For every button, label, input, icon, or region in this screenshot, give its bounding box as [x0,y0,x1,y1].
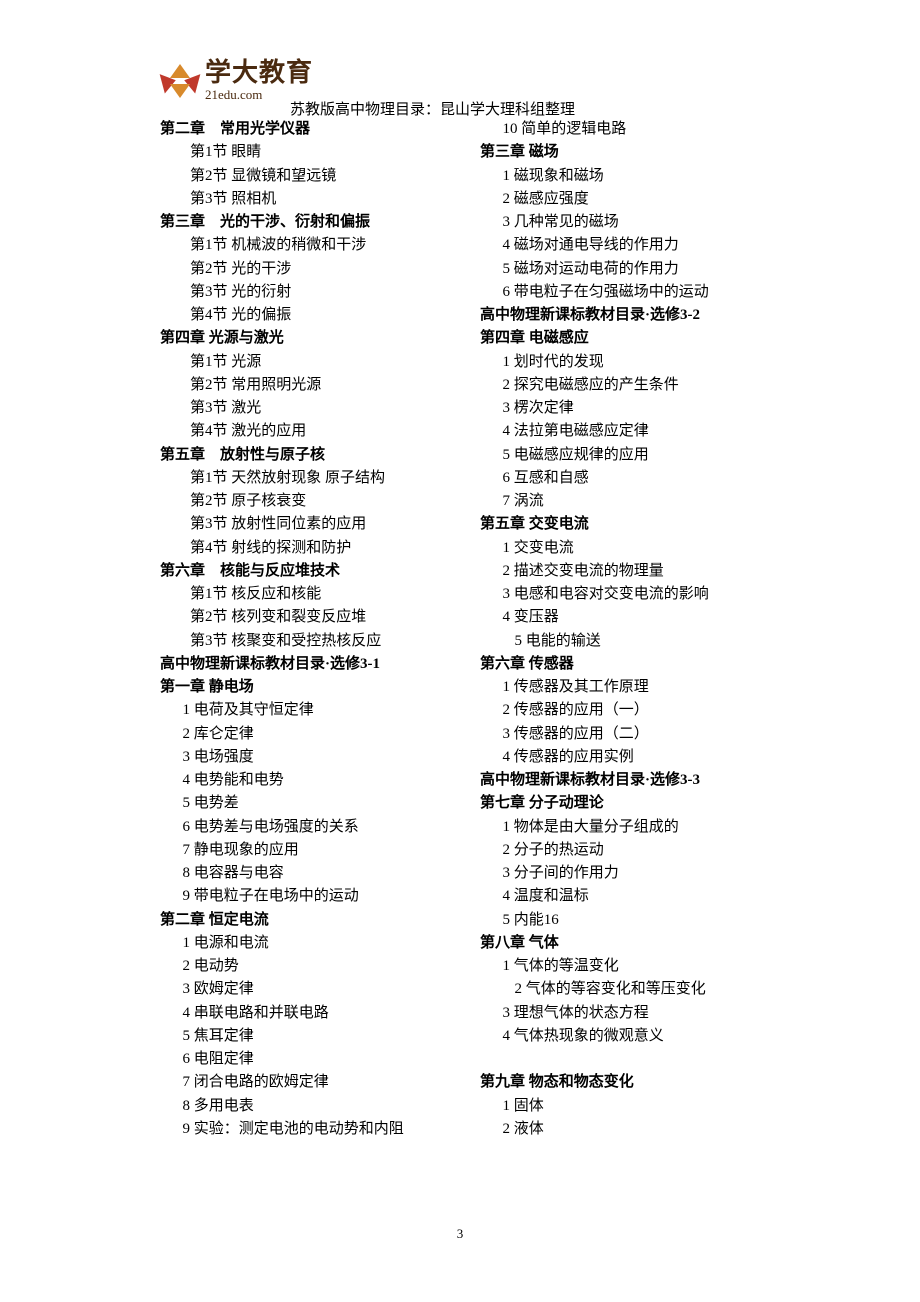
toc-line: 3 传感器的应用（二） [480,723,780,746]
toc-line: 第2节 光的干涉 [160,258,460,281]
toc-line: 1 磁现象和磁场 [480,165,780,188]
toc-line: 2 电动势 [160,955,460,978]
toc-line: 2 描述交变电流的物理量 [480,560,780,583]
toc-line: 5 焦耳定律 [160,1025,460,1048]
toc-line: 3 分子间的作用力 [480,862,780,885]
toc-line: 第一章 静电场 [160,676,460,699]
toc-line: 5 磁场对运动电荷的作用力 [480,258,780,281]
toc-line: 第1节 机械波的稍微和干涉 [160,234,460,257]
toc-line: 8 电容器与电容 [160,862,460,885]
toc-line: 第4节 激光的应用 [160,420,460,443]
toc-line: 1 气体的等温变化 [480,955,780,978]
toc-line: 第五章 放射性与原子核 [160,444,460,467]
toc-line: 2 探究电磁感应的产生条件 [480,374,780,397]
toc-line: 高中物理新课标教材目录·选修3-3 [480,769,780,792]
toc-line: 2 气体的等容变化和等压变化 [480,978,780,1001]
toc-line: 1 交变电流 [480,537,780,560]
toc-line: 高中物理新课标教材目录·选修3-2 [480,304,780,327]
toc-line: 第3节 光的衍射 [160,281,460,304]
toc-line: 第六章 传感器 [480,653,780,676]
toc-line: 5 内能16 [480,909,780,932]
toc-line: 9 带电粒子在电场中的运动 [160,885,460,908]
toc-line: 第三章 磁场 [480,141,780,164]
toc-line: 4 法拉第电磁感应定律 [480,420,780,443]
toc-line: 7 闭合电路的欧姆定律 [160,1071,460,1094]
toc-line: 6 电势差与电场强度的关系 [160,816,460,839]
toc-line: 第3节 放射性同位素的应用 [160,513,460,536]
toc-line: 第五章 交变电流 [480,513,780,536]
toc-line: 3 电场强度 [160,746,460,769]
toc-line: 第1节 天然放射现象 原子结构 [160,467,460,490]
toc-line: 第七章 分子动理论 [480,792,780,815]
toc-line: 第四章 电磁感应 [480,327,780,350]
page-number: 3 [457,1226,464,1242]
right-column: 10 简单的逻辑电路第三章 磁场1 磁现象和磁场2 磁感应强度3 几种常见的磁场… [470,118,780,1141]
toc-line: 4 温度和温标 [480,885,780,908]
toc-line: 第二章 恒定电流 [160,909,460,932]
toc-line: 高中物理新课标教材目录·选修3-1 [160,653,460,676]
toc-line: 第九章 物态和物态变化 [480,1071,780,1094]
toc-line: 4 串联电路和并联电路 [160,1002,460,1025]
logo-text: 学大教育 21edu.com [205,60,313,101]
toc-line: 7 静电现象的应用 [160,839,460,862]
toc-line: 4 变压器 [480,606,780,629]
toc-line: 1 固体 [480,1095,780,1118]
toc-line: 1 电源和电流 [160,932,460,955]
toc-line: 1 划时代的发现 [480,351,780,374]
toc-line: 5 电磁感应规律的应用 [480,444,780,467]
toc-line: 第三章 光的干涉、衍射和偏振 [160,211,460,234]
toc-line: 6 互感和自感 [480,467,780,490]
toc-line: 2 磁感应强度 [480,188,780,211]
toc-line: 第2节 原子核衰变 [160,490,460,513]
toc-line: 8 多用电表 [160,1095,460,1118]
toc-line: 第四章 光源与激光 [160,327,460,350]
toc-line: 1 电荷及其守恒定律 [160,699,460,722]
toc-line: 3 欧姆定律 [160,978,460,1001]
toc-line: 9 实验：测定电池的电动势和内阻 [160,1118,460,1141]
toc-line: 4 传感器的应用实例 [480,746,780,769]
toc-line: 第3节 照相机 [160,188,460,211]
toc-line: 第2节 核列变和裂变反应堆 [160,606,460,629]
toc-line: 2 分子的热运动 [480,839,780,862]
logo-icon [160,60,200,100]
content-area: 第二章 常用光学仪器第1节 眼睛第2节 显微镜和望远镜第3节 照相机第三章 光的… [160,118,780,1141]
toc-line: 3 楞次定律 [480,397,780,420]
toc-line: 第2节 显微镜和望远镜 [160,165,460,188]
toc-line: 4 磁场对通电导线的作用力 [480,234,780,257]
toc-line: 4 气体热现象的微观意义 [480,1025,780,1048]
toc-line: 第3节 核聚变和受控热核反应 [160,630,460,653]
toc-line: 6 电阻定律 [160,1048,460,1071]
toc-line: 第2节 常用照明光源 [160,374,460,397]
toc-line: 3 几种常见的磁场 [480,211,780,234]
toc-line [480,1048,780,1071]
toc-line: 5 电能的输送 [480,630,780,653]
toc-line: 5 电势差 [160,792,460,815]
toc-line: 1 传感器及其工作原理 [480,676,780,699]
toc-line: 7 涡流 [480,490,780,513]
toc-line: 第1节 眼睛 [160,141,460,164]
logo-cn: 学大教育 [205,60,313,86]
toc-line: 3 理想气体的状态方程 [480,1002,780,1025]
toc-line: 6 带电粒子在匀强磁场中的运动 [480,281,780,304]
toc-line: 10 简单的逻辑电路 [480,118,780,141]
toc-line: 3 电感和电容对交变电流的影响 [480,583,780,606]
toc-line: 第4节 光的偏振 [160,304,460,327]
toc-line: 第六章 核能与反应堆技术 [160,560,460,583]
toc-line: 第1节 光源 [160,351,460,374]
toc-line: 2 液体 [480,1118,780,1141]
toc-line: 2 库仑定律 [160,723,460,746]
toc-line: 第二章 常用光学仪器 [160,118,460,141]
toc-line: 1 物体是由大量分子组成的 [480,816,780,839]
toc-line: 第3节 激光 [160,397,460,420]
toc-line: 第4节 射线的探测和防护 [160,537,460,560]
toc-line: 2 传感器的应用（一） [480,699,780,722]
header-title: 苏教版高中物理目录：昆山学大理科组整理 [290,98,575,119]
toc-line: 4 电势能和电势 [160,769,460,792]
toc-line: 第八章 气体 [480,932,780,955]
logo-area: 学大教育 21edu.com [160,60,313,101]
left-column: 第二章 常用光学仪器第1节 眼睛第2节 显微镜和望远镜第3节 照相机第三章 光的… [160,118,470,1141]
toc-line: 第1节 核反应和核能 [160,583,460,606]
